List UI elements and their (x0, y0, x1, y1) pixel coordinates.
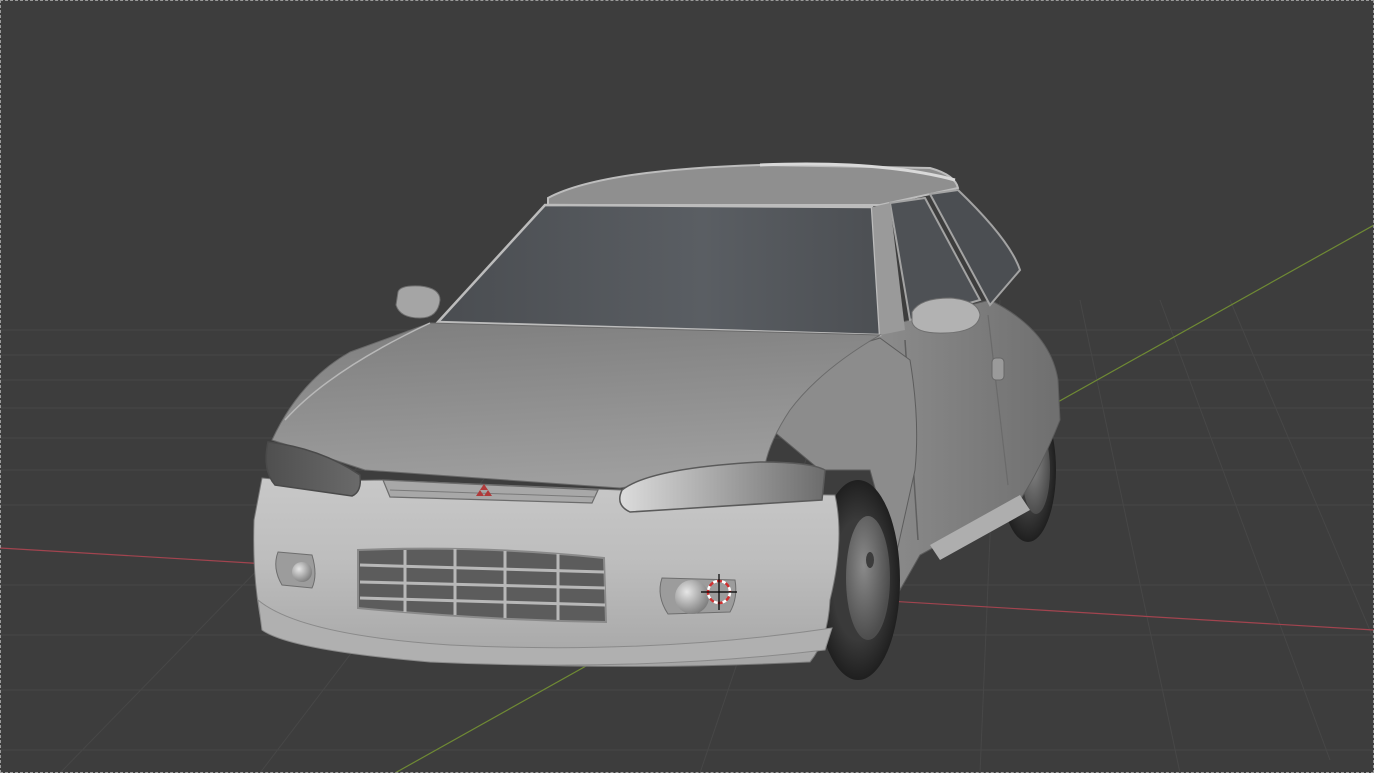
left-mirror (395, 285, 441, 319)
windshield (435, 203, 882, 337)
door-handle (991, 357, 1005, 381)
right-mirror (911, 297, 981, 334)
lower-grille (357, 547, 608, 624)
viewport-canvas[interactable] (0, 0, 1374, 773)
car-roof (547, 163, 960, 206)
car-model[interactable] (253, 162, 1061, 680)
left-fog-light (275, 551, 316, 589)
3d-viewport[interactable] (0, 0, 1374, 773)
